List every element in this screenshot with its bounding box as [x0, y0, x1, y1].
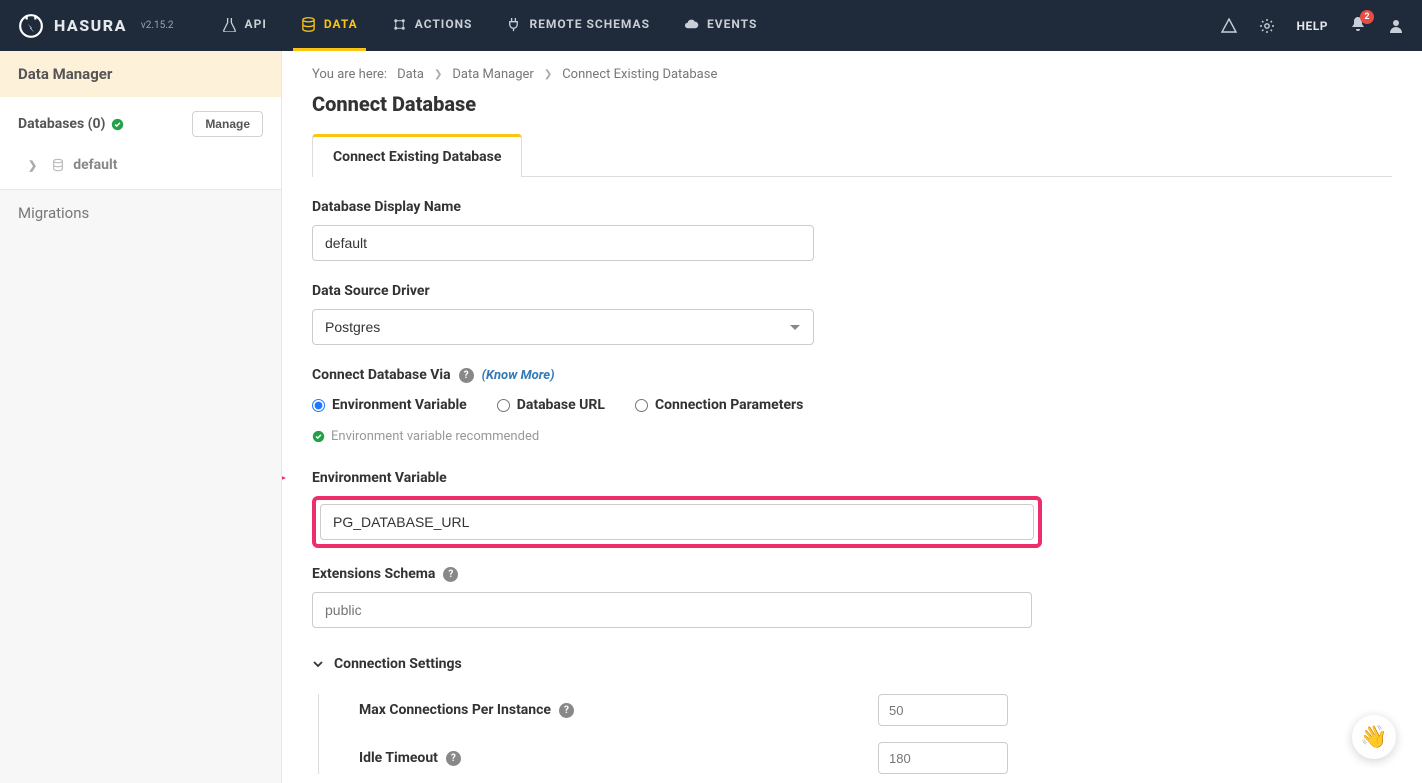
driver-select[interactable]: Postgres — [312, 309, 814, 345]
radio-conn-params-label: Connection Parameters — [655, 397, 803, 413]
notifications-button[interactable]: 2 — [1350, 16, 1366, 36]
database-icon — [301, 17, 316, 32]
recommend-note: Environment variable recommended — [312, 429, 1032, 444]
db-tree: ❯ default — [0, 151, 281, 189]
nav-events-label: EVENTS — [707, 17, 757, 31]
sidebar-migrations[interactable]: Migrations — [0, 189, 281, 236]
db-tree-item-default[interactable]: ❯ default — [28, 157, 263, 173]
sidebar: Data Manager Databases (0) Manage ❯ defa… — [0, 51, 282, 783]
tabs: Connect Existing Database — [312, 134, 1392, 177]
help-icon[interactable]: ? — [446, 751, 461, 766]
breadcrumb-manager[interactable]: Data Manager — [452, 67, 533, 82]
user-icon[interactable] — [1388, 18, 1404, 34]
env-var-highlight — [312, 496, 1042, 548]
gear-icon[interactable] — [1259, 18, 1275, 34]
nav-data-label: DATA — [324, 17, 358, 31]
database-icon — [51, 158, 65, 172]
plug-icon — [506, 17, 521, 32]
manage-button[interactable]: Manage — [192, 111, 263, 137]
radio-env-var-input[interactable] — [312, 399, 325, 412]
tab-connect-existing[interactable]: Connect Existing Database — [312, 134, 522, 177]
logo-block[interactable]: HASURA v2.15.2 — [18, 13, 174, 39]
db-default-label: default — [73, 157, 117, 173]
max-conn-label: Max Connections Per Instance — [359, 702, 551, 718]
idle-timeout-row: Idle Timeout ? — [359, 742, 1032, 774]
radio-env-var[interactable]: Environment Variable — [312, 397, 467, 413]
brand-name: HASURA — [54, 16, 127, 35]
version-text: v2.15.2 — [141, 20, 174, 31]
connection-settings-toggle[interactable]: Connection Settings — [312, 656, 1032, 672]
chevron-right-icon: ❯ — [544, 69, 552, 80]
flask-icon — [222, 17, 237, 32]
breadcrumb: You are here: Data ❯ Data Manager ❯ Conn… — [312, 67, 1392, 82]
topbar: HASURA v2.15.2 API DATA ACTIONS REMOTE S… — [0, 0, 1422, 51]
radio-env-var-label: Environment Variable — [332, 397, 467, 413]
max-conn-input[interactable] — [878, 694, 1008, 726]
idle-timeout-input[interactable] — [878, 742, 1008, 774]
radio-db-url-label: Database URL — [517, 397, 605, 413]
check-circle-icon — [312, 430, 325, 443]
know-more-link[interactable]: (Know More) — [482, 368, 555, 383]
databases-label: Databases (0) — [18, 116, 105, 132]
radio-db-url[interactable]: Database URL — [497, 397, 605, 413]
connection-settings: Connection Settings Max Connections Per … — [312, 656, 1032, 774]
env-var-input[interactable] — [320, 504, 1034, 540]
radio-db-url-input[interactable] — [497, 399, 510, 412]
help-icon[interactable]: ? — [559, 703, 574, 718]
radio-conn-params[interactable]: Connection Parameters — [635, 397, 803, 413]
help-icon[interactable]: ? — [443, 567, 458, 582]
notification-badge: 2 — [1360, 10, 1374, 24]
help-fab[interactable]: 👋 — [1352, 715, 1396, 759]
topbar-right: HELP 2 — [1221, 16, 1404, 36]
breadcrumb-prefix: You are here: — [312, 67, 387, 82]
display-name-label: Database Display Name — [312, 199, 1032, 215]
nav-actions-label: ACTIONS — [415, 17, 473, 31]
sidebar-header: Data Manager — [0, 51, 281, 97]
actions-icon — [392, 17, 407, 32]
nav-remote-schemas[interactable]: REMOTE SCHEMAS — [498, 0, 658, 51]
connect-via-label: Connect Database Via ? (Know More) — [312, 367, 1032, 383]
callout-arrow-icon — [282, 463, 286, 493]
radio-conn-params-input[interactable] — [635, 399, 648, 412]
connection-settings-body: Max Connections Per Instance ? Idle Time… — [318, 694, 1032, 774]
connect-form: Database Display Name Data Source Driver… — [312, 177, 1032, 774]
breadcrumb-current: Connect Existing Database — [562, 67, 717, 82]
chevron-right-icon: ❯ — [434, 69, 442, 80]
warning-icon[interactable] — [1221, 18, 1237, 34]
hasura-logo-icon — [18, 13, 44, 39]
cloud-icon — [684, 17, 699, 32]
chevron-right-icon: ❯ — [28, 159, 37, 172]
breadcrumb-data[interactable]: Data — [397, 67, 424, 82]
ext-schema-input[interactable] — [312, 592, 1032, 628]
max-conn-row: Max Connections Per Instance ? — [359, 694, 1032, 726]
nav-remote-label: REMOTE SCHEMAS — [529, 17, 650, 31]
page-title: Connect Database — [312, 92, 1392, 116]
top-nav: API DATA ACTIONS REMOTE SCHEMAS EVENTS — [214, 0, 766, 51]
check-circle-icon — [111, 118, 124, 131]
databases-row: Databases (0) Manage — [0, 97, 281, 151]
driver-label: Data Source Driver — [312, 283, 1032, 299]
env-var-label: Environment Variable — [312, 470, 1032, 486]
idle-timeout-label: Idle Timeout — [359, 750, 438, 766]
display-name-input[interactable] — [312, 225, 814, 261]
help-link[interactable]: HELP — [1297, 19, 1328, 33]
connect-via-radios: Environment Variable Database URL Connec… — [312, 397, 1032, 413]
nav-actions[interactable]: ACTIONS — [384, 0, 481, 51]
nav-events[interactable]: EVENTS — [676, 0, 765, 51]
nav-api[interactable]: API — [214, 0, 275, 51]
nav-data[interactable]: DATA — [293, 0, 366, 51]
chevron-down-icon — [312, 658, 324, 670]
nav-api-label: API — [245, 17, 267, 31]
ext-schema-label: Extensions Schema ? — [312, 566, 1032, 582]
help-icon[interactable]: ? — [459, 368, 474, 383]
content: You are here: Data ❯ Data Manager ❯ Conn… — [282, 51, 1422, 783]
